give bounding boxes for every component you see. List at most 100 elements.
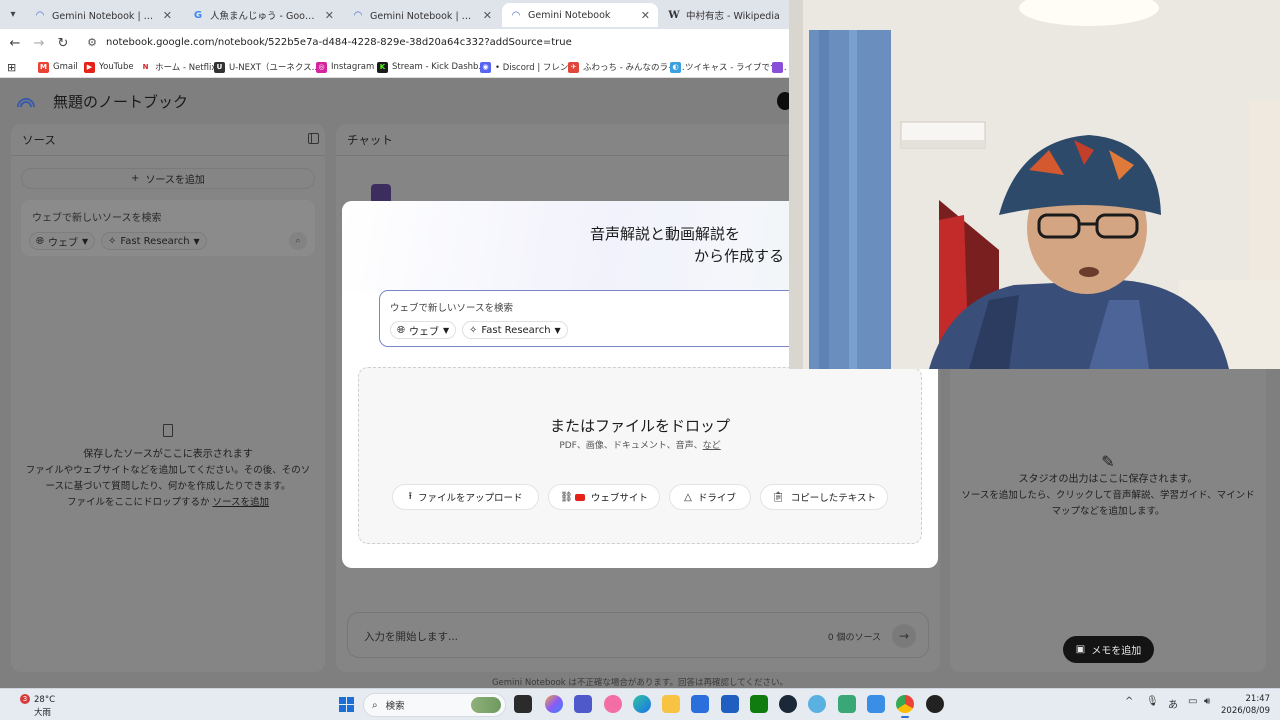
sources-empty-state: 保存したソースがここに表示されます ファイルやウェブサイトなどを追加してください… — [11, 424, 325, 511]
edge-icon[interactable] — [633, 695, 651, 713]
bookmark-netflix[interactable]: N ホーム - Netflix — [140, 59, 216, 75]
source-search-box[interactable]: ウェブで新しいソースを検索 🌐︎ ウェブ ▼ ✧ Fast Research ▼… — [21, 200, 315, 256]
app-icon[interactable] — [867, 695, 885, 713]
notebook-title[interactable]: 無題のノートブック — [53, 91, 188, 112]
google-icon: G — [193, 9, 203, 21]
bookmark-discord[interactable]: ◉ • Discord | フレンド — [480, 59, 577, 75]
tab-search-chevron-icon[interactable]: ▾ — [4, 5, 22, 23]
web-source-dropdown[interactable]: 🌐︎ ウェブ ▼ — [29, 232, 96, 250]
chevron-up-icon[interactable]: ^ — [1125, 696, 1133, 707]
search-icon[interactable]: ⌕ — [289, 232, 307, 250]
search-highlight-icon — [471, 697, 501, 713]
notification-badge: 3 — [20, 694, 30, 704]
close-icon[interactable]: ✕ — [641, 9, 650, 22]
steam-icon[interactable] — [779, 695, 797, 713]
bookmark-youtube[interactable]: ▶ YouTube — [84, 59, 134, 75]
app-icon[interactable] — [604, 695, 622, 713]
volume-icon[interactable]: 🔊︎ — [1204, 696, 1210, 707]
back-arrow-icon[interactable]: ← — [6, 34, 24, 52]
temperature: 28°C — [34, 695, 56, 705]
bookmark-overflow[interactable] — [772, 59, 787, 75]
apps-grid-icon[interactable]: ⊞ — [7, 59, 16, 75]
browser-tab-3[interactable]: ◠ Gemini Notebook | AI リサーチツ ✕ — [344, 3, 500, 27]
tab-title: Gemini Notebook | AI リサーチツ — [52, 11, 157, 22]
tab-title: Gemini Notebook | AI リサーチツ — [370, 11, 477, 22]
network-icon[interactable]: ▭ — [1188, 696, 1197, 707]
ime-indicator[interactable]: あ — [1168, 696, 1178, 711]
upload-icon: ⭱ — [408, 490, 412, 502]
bookmark-fuwacchi[interactable]: ✈ ふわっち - みんなのライ... — [568, 59, 685, 75]
teams-icon[interactable] — [574, 695, 592, 713]
more-formats-link[interactable]: など — [703, 441, 721, 451]
chevron-down-icon: ▼ — [193, 236, 200, 246]
chrome-icon[interactable] — [896, 695, 914, 718]
web-chip-label: ウェブ — [409, 326, 439, 338]
add-source-button[interactable]: + ソースを追加 — [21, 168, 315, 189]
file-explorer-icon[interactable] — [662, 695, 680, 713]
reload-icon[interactable]: ↻ — [54, 34, 72, 52]
close-icon[interactable]: ✕ — [325, 9, 334, 22]
chat-panel-title: チャット — [347, 133, 393, 147]
weather-widget[interactable]: 3 28°C 大雨 — [14, 692, 74, 718]
browser-tab-active[interactable]: ◠ Gemini Notebook ✕ — [502, 3, 658, 27]
add-source-label: ソースを追加 — [145, 175, 205, 186]
drive-button[interactable]: △ ドライブ — [669, 484, 751, 510]
app-icon[interactable] — [838, 695, 856, 713]
xbox-icon[interactable] — [750, 695, 768, 713]
sources-panel: ソース + ソースを追加 ウェブで新しいソースを検索 🌐︎ ウェブ ▼ ✧ Fa… — [11, 124, 325, 672]
kick-icon: K — [377, 61, 388, 73]
upload-file-button[interactable]: ⭱ ファイルをアップロード — [392, 484, 539, 510]
forward-arrow-icon[interactable]: → — [30, 34, 48, 52]
bookmark-instagram[interactable]: ◎ Instagram — [316, 59, 374, 75]
file-drop-zone[interactable]: またはファイルをドロップ PDF、画像、ドキュメント、音声、など ⭱ ファイルを… — [358, 367, 922, 544]
website-button[interactable]: ⛓ ウェブサイト — [548, 484, 660, 510]
bookmark-gmail[interactable]: M Gmail — [38, 59, 78, 75]
pasted-text-button[interactable]: 📋︎ コピーしたテキスト — [760, 484, 888, 510]
browser-tab-2[interactable]: G 人魚まんじゅう - Google 検索 ✕ — [184, 3, 342, 27]
empty-text: ースに基づいて質問したり、何かを作成したりできます。 — [45, 481, 291, 492]
windows-start-icon[interactable] — [339, 697, 354, 712]
collapse-panel-icon[interactable] — [308, 133, 319, 144]
outlook-icon[interactable] — [721, 695, 739, 713]
link-icon: ⛓ — [560, 491, 573, 503]
browser-tab-1[interactable]: ◠ Gemini Notebook | AI リサーチツ ✕ — [26, 3, 180, 27]
chevron-down-icon: ▼ — [554, 325, 561, 335]
url-field[interactable]: ⚙ notebook.google.com/notebook/522b5e7a-… — [84, 32, 784, 53]
obs-icon[interactable] — [926, 695, 944, 713]
send-arrow-icon[interactable]: → — [892, 624, 916, 648]
web-source-dropdown[interactable]: 🌐︎ ウェブ ▼ — [390, 321, 457, 339]
bookmark-kick[interactable]: K Stream - Kick Dashb... — [377, 59, 487, 75]
clock[interactable]: 21:47 2026/08/09 — [1221, 693, 1270, 717]
chat-input-placeholder: 入力を開始します... — [364, 631, 459, 643]
gmail-icon: M — [38, 61, 49, 73]
close-icon[interactable]: ✕ — [163, 9, 172, 22]
discord-icon: ◉ — [480, 61, 491, 73]
chevron-down-icon: ▼ — [443, 325, 450, 335]
store-icon[interactable] — [691, 695, 709, 713]
bookmark-unext[interactable]: U U-NEXT（ユーネクス... — [214, 59, 320, 75]
url-text: notebook.google.com/notebook/522b5e7a-d4… — [106, 37, 572, 48]
microphone-icon[interactable]: 🎙︎ — [1146, 696, 1159, 707]
note-icon: ▣ — [1075, 644, 1086, 655]
chat-input-box[interactable]: 入力を開始します... 0 個のソース → — [347, 612, 929, 658]
close-icon[interactable]: ✕ — [483, 9, 492, 22]
notebook-icon: ◠ — [353, 9, 363, 21]
globe-icon: 🌐︎ — [36, 235, 44, 247]
task-view-icon[interactable] — [514, 695, 532, 713]
document-icon — [163, 424, 173, 437]
bookmark-twitcasting[interactable]: ◐ ツイキャス - ライブでつ... — [670, 59, 787, 75]
bookmark-label: ホーム - Netflix — [155, 63, 217, 73]
research-mode-dropdown[interactable]: ✧ Fast Research ▼ — [462, 321, 568, 339]
chevron-down-icon: ▼ — [82, 236, 89, 246]
browser-tab-5[interactable]: W 中村有志 - Wikipedia — [660, 3, 788, 27]
copilot-icon[interactable] — [545, 695, 563, 713]
add-note-label: メモを追加 — [1091, 646, 1142, 657]
research-mode-dropdown[interactable]: ✧ Fast Research ▼ — [101, 232, 207, 250]
site-info-icon[interactable]: ⚙ — [84, 36, 100, 49]
add-source-link[interactable]: ソースを追加 — [213, 497, 270, 508]
add-note-button[interactable]: ▣ メモを追加 — [1063, 636, 1154, 663]
app-icon[interactable] — [808, 695, 826, 713]
taskbar-search[interactable]: ⌕ 検索 — [363, 693, 506, 717]
source-count: 0 個のソース — [827, 633, 881, 643]
drop-zone-title: またはファイルをドロップ — [549, 417, 730, 435]
